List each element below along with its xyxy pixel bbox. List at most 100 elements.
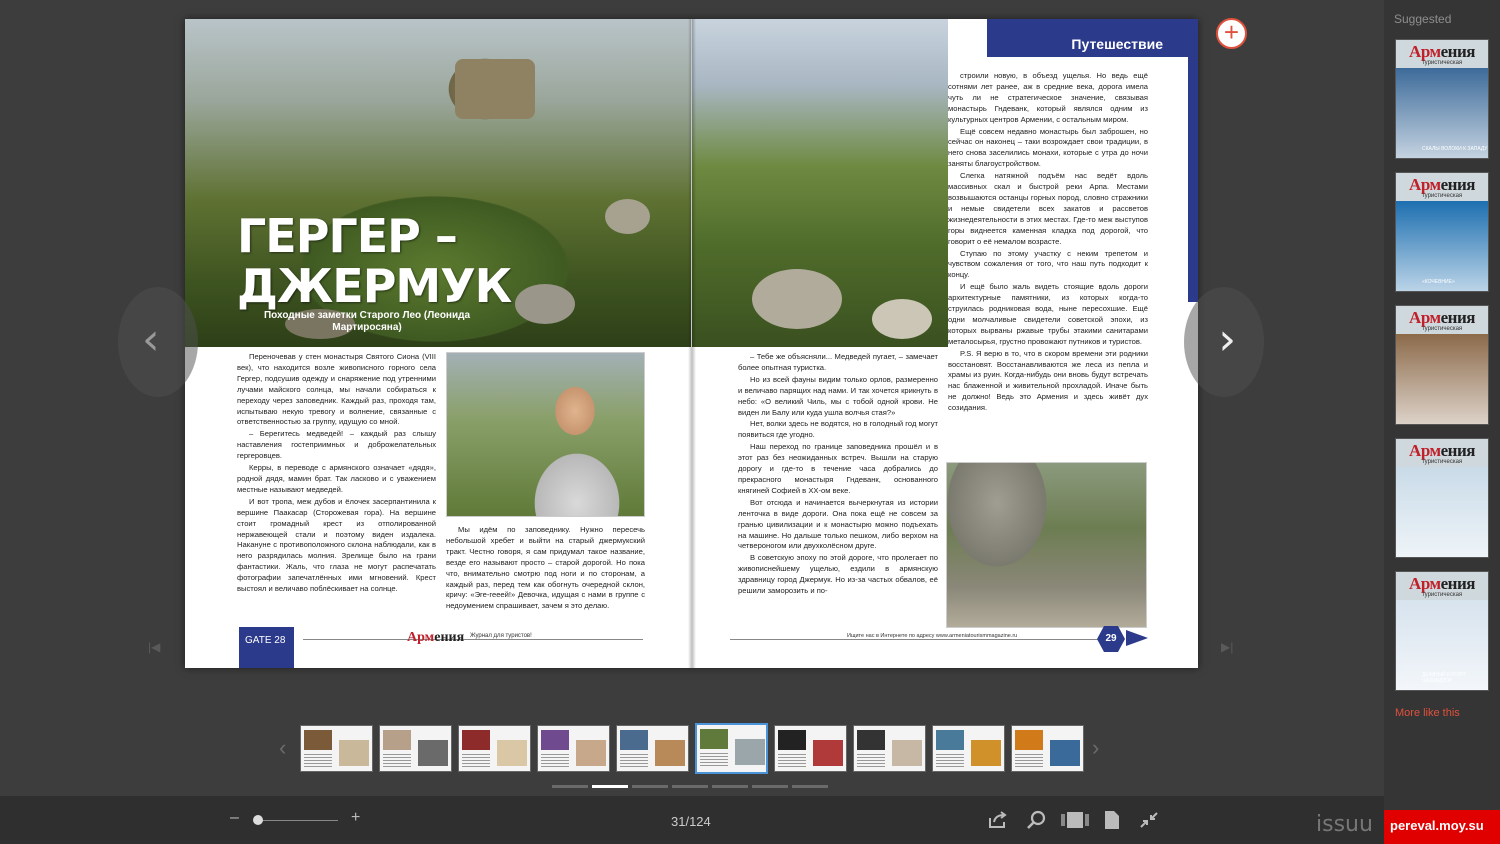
previous-page-button[interactable]: ‹ (118, 287, 198, 397)
section-rubric: Путешествие (987, 19, 1198, 57)
suggested-item[interactable]: Армения туристическая ДЫМНЫЙ КУРОРТ ЦАХКАД… (1395, 571, 1489, 691)
cover-image (1396, 334, 1488, 424)
suggested-item[interactable]: Армения туристическая СКАЛЫ ВОЛОКИ К ЗАПАД… (1395, 39, 1489, 159)
cover-caption: «КОЧЕВНИЕ» (1422, 279, 1455, 285)
article-paragraph: В советскую эпоху по этой дороге, что пр… (738, 553, 938, 596)
thumbnails-prev-icon[interactable]: ‹ (279, 735, 286, 761)
page-thumbnail[interactable] (853, 725, 926, 772)
article-paragraph: строили новую, в объезд ущелья. Но ведь … (948, 71, 1148, 124)
spread-gutter (688, 19, 696, 668)
article-paragraph: И вот тропа, меж дубов и ёлочек засерпан… (237, 496, 436, 594)
article-paragraph: Мы идём по заповеднику. Нужно пересечь н… (446, 525, 645, 611)
hero-photo-right (692, 19, 948, 347)
article-paragraph: Вот отсюда и начинается вычеркнутая из и… (738, 497, 938, 551)
right-column-1: – Тебе же объясняли... Медведей пугает, … (738, 352, 938, 627)
article-paragraph: Наш переход по границе заповедника прошё… (738, 442, 938, 495)
article-subhead: Походные заметки Старого Лео (Леонида Ма… (263, 310, 471, 333)
footer-rule (730, 639, 1110, 640)
suggested-item[interactable]: Армения туристическая (1395, 438, 1489, 558)
article-headline: ГЕРГЕР – ДЖЕРМУК (237, 209, 512, 313)
bottom-toolbar: – + 31/124 issuu (0, 796, 1384, 844)
zoom-out-button[interactable]: – (230, 809, 239, 827)
skip-to-first-icon[interactable]: |◀ (148, 640, 160, 654)
thumbnail-pager (552, 785, 832, 789)
magazine-logo: Армения (407, 630, 465, 645)
magazine-spread[interactable]: ГЕРГЕР – ДЖЕРМУК Походные заметки Старого… (185, 19, 1198, 668)
zoom-slider[interactable] (254, 820, 338, 821)
cover-logo: Армения (1409, 175, 1475, 194)
watermark: pereval.moy.su (1384, 810, 1500, 844)
hikers-photo (946, 462, 1147, 628)
zoom-slider-handle[interactable] (253, 815, 264, 825)
gate-badge: GATE 28 (239, 627, 294, 668)
right-column-2: строили новую, в объезд ущелья. Но ведь … (948, 71, 1148, 459)
exit-fullscreen-icon[interactable] (1138, 810, 1160, 830)
more-like-this-link[interactable]: More like this (1395, 707, 1460, 719)
sidebar-title: Suggested (1394, 12, 1452, 26)
search-icon[interactable] (1026, 810, 1048, 830)
article-paragraph: Слегка натяжной подъём нас ведёт вдоль м… (948, 171, 1148, 246)
page-thumbnail[interactable] (695, 723, 768, 774)
pager-dot[interactable] (552, 785, 588, 788)
cover-subtitle: туристическая (1421, 459, 1463, 465)
skip-to-last-icon[interactable]: ▶| (1221, 640, 1233, 654)
arrow-icon (1126, 630, 1148, 646)
right-page: Путешествие – Тебе же объясняли... Медве… (692, 19, 1198, 668)
article-paragraph: Ступаю по этому участку с неким трепетом… (948, 248, 1148, 280)
article-paragraph: Но из всей фауны видим только орлов, раз… (738, 374, 938, 417)
page-thumbnail[interactable] (616, 725, 689, 772)
page-number-badge: 29 (1097, 626, 1125, 652)
footer-rule (303, 639, 643, 640)
cover-logo: Армения (1409, 308, 1475, 327)
cover-subtitle: туристическая (1421, 193, 1463, 199)
pager-dot[interactable] (792, 785, 828, 788)
author-portrait-photo (446, 352, 645, 517)
page-thumbnail[interactable] (537, 725, 610, 772)
share-icon[interactable] (987, 810, 1009, 830)
page-indicator: 31/124 (671, 814, 711, 829)
zoom-in-button[interactable]: + (351, 809, 360, 827)
article-paragraph: Переночевав у стен монастыря Святого Сио… (237, 352, 436, 427)
page-thumbnail[interactable] (1011, 725, 1084, 772)
single-page-icon[interactable] (1101, 810, 1123, 830)
magazine-tagline: Журнал для туристов! (470, 633, 532, 639)
article-paragraph: И ещё было жаль видеть стоящие вдоль дор… (948, 282, 1148, 346)
add-to-stack-button[interactable]: + (1216, 18, 1247, 49)
article-paragraph: Ещё совсем недавно монастырь был заброше… (948, 126, 1148, 169)
cover-logo: Армения (1409, 441, 1475, 460)
reader-area: ГЕРГЕР – ДЖЕРМУК Походные заметки Старого… (0, 0, 1384, 796)
pager-dot[interactable] (592, 785, 628, 788)
left-column-1: Переночевав у стен монастыря Святого Сио… (237, 352, 436, 624)
cover-logo: Армения (1409, 574, 1475, 593)
article-paragraph: – Берегитесь медведей! – каждый раз слыш… (237, 429, 436, 461)
accent-bar (1188, 57, 1198, 302)
thumbnail-strip (300, 723, 1085, 774)
all-pages-icon[interactable] (1060, 810, 1090, 830)
cover-subtitle: туристическая (1421, 326, 1463, 332)
suggested-item[interactable]: Армения туристическая (1395, 305, 1489, 425)
page-thumbnail[interactable] (932, 725, 1005, 772)
page-thumbnail[interactable] (379, 725, 452, 772)
left-page: ГЕРГЕР – ДЖЕРМУК Походные заметки Старого… (185, 19, 691, 668)
cover-subtitle: туристическая (1421, 60, 1463, 66)
article-paragraph: – Тебе же объясняли... Медведей пугает, … (738, 352, 938, 372)
website-note: Ищите нас в Интернете по адресу www.arme… (847, 633, 1018, 639)
cover-image (1396, 467, 1488, 557)
page-thumbnail[interactable] (458, 725, 531, 772)
article-paragraph: Керры, в переводе с армянского означает … (237, 463, 436, 494)
article-paragraph: Нет, волки здесь не водятся, но в голодн… (738, 419, 938, 440)
next-page-button[interactable]: › (1184, 287, 1264, 397)
cover-caption: СКАЛЫ ВОЛОКИ К ЗАПАДУ (1422, 146, 1488, 152)
cover-subtitle: туристическая (1421, 592, 1463, 598)
pager-dot[interactable] (672, 785, 708, 788)
article-paragraph: P.S. Я верю в то, что в скором времени э… (948, 348, 1148, 413)
page-thumbnail[interactable] (300, 725, 373, 772)
pager-dot[interactable] (752, 785, 788, 788)
thumbnails-next-icon[interactable]: › (1092, 735, 1099, 761)
page-thumbnail[interactable] (774, 725, 847, 772)
issuu-logo[interactable]: issuu (1316, 812, 1373, 837)
left-column-2: Мы идём по заповеднику. Нужно пересечь н… (446, 525, 645, 625)
pager-dot[interactable] (712, 785, 748, 788)
suggested-item[interactable]: Армения туристическая «КОЧЕВНИЕ» (1395, 172, 1489, 292)
pager-dot[interactable] (632, 785, 668, 788)
